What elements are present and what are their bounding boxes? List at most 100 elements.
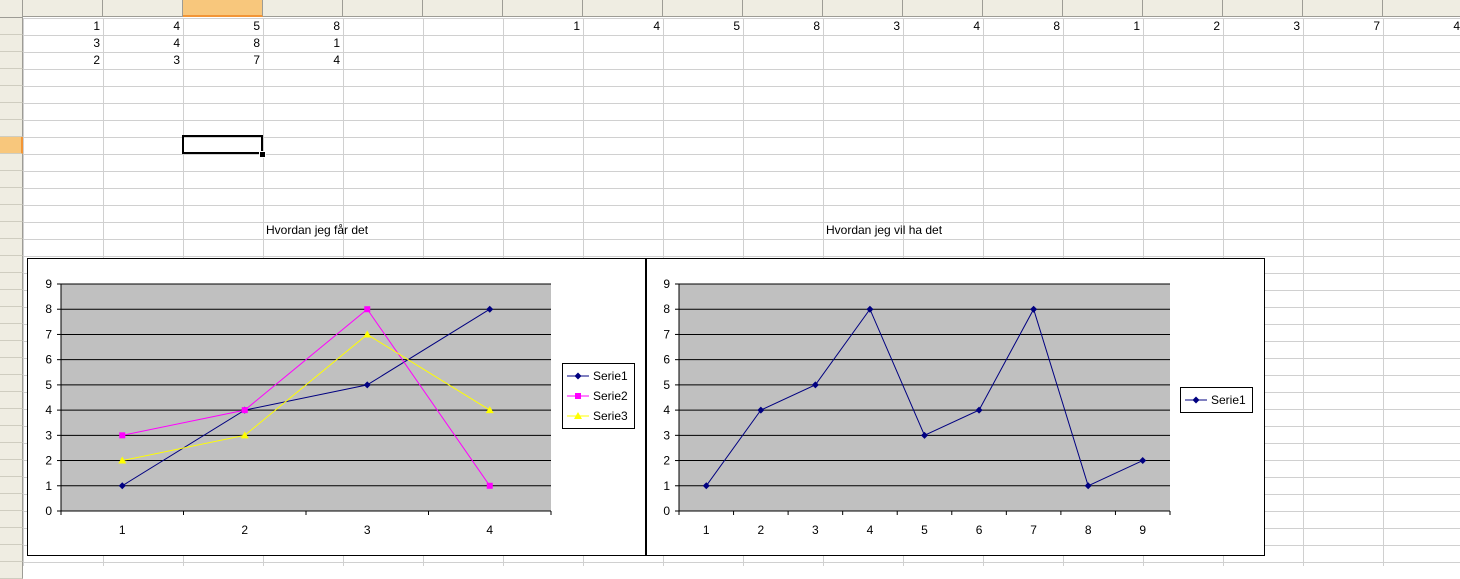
row-header-23[interactable] bbox=[0, 392, 23, 409]
plot-area[interactable] bbox=[679, 284, 1170, 511]
row-header-15[interactable] bbox=[0, 256, 23, 273]
cell-b1[interactable]: 4 bbox=[103, 18, 183, 34]
row-header-29[interactable] bbox=[0, 494, 23, 511]
cell-g1[interactable]: 1 bbox=[503, 18, 583, 34]
row-header-5[interactable] bbox=[0, 86, 23, 103]
legend-item-serie1[interactable]: Serie1 bbox=[1185, 390, 1246, 410]
data-point-serie2 bbox=[119, 432, 126, 439]
row-header-33[interactable] bbox=[0, 562, 23, 579]
row-header-20[interactable] bbox=[0, 341, 23, 358]
column-header-p[interactable] bbox=[1223, 0, 1303, 17]
x-tick-label: 4 bbox=[486, 523, 493, 537]
row-header-1[interactable] bbox=[0, 18, 23, 35]
cell-i1[interactable]: 5 bbox=[663, 18, 743, 34]
row-header-24[interactable] bbox=[0, 409, 23, 426]
row-header-19[interactable] bbox=[0, 324, 23, 341]
row-header-14[interactable] bbox=[0, 239, 23, 256]
row-header-32[interactable] bbox=[0, 545, 23, 562]
cell-m1[interactable]: 8 bbox=[983, 18, 1063, 34]
cell-d1[interactable]: 8 bbox=[263, 18, 343, 34]
row-header-7[interactable] bbox=[0, 120, 23, 137]
cell-c3[interactable]: 7 bbox=[183, 52, 263, 68]
row-header-3[interactable] bbox=[0, 52, 23, 69]
row-header-31[interactable] bbox=[0, 528, 23, 545]
cell-o1[interactable]: 2 bbox=[1143, 18, 1223, 34]
legend-swatch bbox=[567, 412, 589, 419]
row-header-12[interactable] bbox=[0, 205, 23, 222]
cell-n1[interactable]: 1 bbox=[1063, 18, 1143, 34]
legend-item-serie3[interactable]: Serie3 bbox=[567, 406, 628, 426]
legend-item-serie2[interactable]: Serie2 bbox=[567, 386, 628, 406]
column-header-q[interactable] bbox=[1303, 0, 1383, 17]
column-header-o[interactable] bbox=[1143, 0, 1223, 17]
cell-l1[interactable]: 4 bbox=[903, 18, 983, 34]
column-header-f[interactable] bbox=[423, 0, 503, 17]
column-header-h[interactable] bbox=[583, 0, 663, 17]
y-tick-label: 1 bbox=[663, 479, 670, 493]
select-all-corner[interactable] bbox=[0, 0, 23, 18]
active-cell-c8[interactable] bbox=[182, 135, 263, 154]
row-header-2[interactable] bbox=[0, 35, 23, 52]
cell-a1[interactable]: 1 bbox=[23, 18, 103, 34]
legend-item-serie1[interactable]: Serie1 bbox=[567, 366, 628, 386]
y-tick-label: 5 bbox=[45, 378, 52, 392]
column-header-c[interactable] bbox=[183, 0, 263, 17]
column-header-l[interactable] bbox=[903, 0, 983, 17]
column-header-a[interactable] bbox=[23, 0, 103, 17]
column-header-d[interactable] bbox=[263, 0, 343, 17]
cell-c2[interactable]: 8 bbox=[183, 35, 263, 51]
row-header-4[interactable] bbox=[0, 69, 23, 86]
row-header-8[interactable] bbox=[0, 137, 23, 154]
cell-c1[interactable]: 5 bbox=[183, 18, 263, 34]
legend-label: Serie3 bbox=[593, 409, 628, 423]
cell-b2[interactable]: 4 bbox=[103, 35, 183, 51]
row-header-22[interactable] bbox=[0, 375, 23, 392]
column-header-i[interactable] bbox=[663, 0, 743, 17]
chart-2-legend[interactable]: Serie1 bbox=[1180, 387, 1253, 413]
row-header-9[interactable] bbox=[0, 154, 23, 171]
row-header-17[interactable] bbox=[0, 290, 23, 307]
cell-j1[interactable]: 8 bbox=[743, 18, 823, 34]
cell-k13[interactable]: Hvordan jeg vil ha det bbox=[823, 222, 942, 238]
cell-d2[interactable]: 1 bbox=[263, 35, 343, 51]
column-header-k[interactable] bbox=[823, 0, 903, 17]
column-header-j[interactable] bbox=[743, 0, 823, 17]
data-point-serie2 bbox=[486, 482, 493, 489]
row-header-6[interactable] bbox=[0, 103, 23, 120]
cell-r1[interactable]: 4 bbox=[1383, 18, 1460, 34]
cell-d13[interactable]: Hvordan jeg får det bbox=[263, 222, 368, 238]
fill-handle[interactable] bbox=[259, 151, 266, 158]
spreadsheet[interactable]: 1 4 5 8 3 4 8 1 2 3 7 4 1 4 5 8 3 4 8 1 2 3 7 4 Hvordan jeg får … bbox=[0, 0, 1460, 579]
column-header-b[interactable] bbox=[103, 0, 183, 17]
y-tick-label: 6 bbox=[45, 353, 52, 367]
cell-a3[interactable]: 2 bbox=[23, 52, 103, 68]
row-header-21[interactable] bbox=[0, 358, 23, 375]
row-header-13[interactable] bbox=[0, 222, 23, 239]
chart-how-i-want-it[interactable]: 0 1 2 3 4 5 6 7 8 9 1 2 3 4 5 6 7 8 9 Serie1 bbox=[646, 258, 1265, 556]
cell-h1[interactable]: 4 bbox=[583, 18, 663, 34]
chart-how-i-get-it[interactable]: 0 1 2 3 4 5 6 7 8 9 1 2 3 4 Serie1 Serie2 Serie3 bbox=[27, 258, 646, 556]
row-header-28[interactable] bbox=[0, 477, 23, 494]
column-header-n[interactable] bbox=[1063, 0, 1143, 17]
column-header-m[interactable] bbox=[983, 0, 1063, 17]
cell-q1[interactable]: 7 bbox=[1303, 18, 1383, 34]
row-header-27[interactable] bbox=[0, 460, 23, 477]
column-header-r[interactable] bbox=[1383, 0, 1460, 17]
column-header-g[interactable] bbox=[503, 0, 583, 17]
row-header-26[interactable] bbox=[0, 443, 23, 460]
chart-1-legend[interactable]: Serie1 Serie2 Serie3 bbox=[562, 363, 635, 429]
y-tick-label: 7 bbox=[663, 327, 670, 341]
row-header-11[interactable] bbox=[0, 188, 23, 205]
row-header-25[interactable] bbox=[0, 426, 23, 443]
cell-p1[interactable]: 3 bbox=[1223, 18, 1303, 34]
cell-b3[interactable]: 3 bbox=[103, 52, 183, 68]
row-header-18[interactable] bbox=[0, 307, 23, 324]
row-header-16[interactable] bbox=[0, 273, 23, 290]
legend-label: Serie2 bbox=[593, 389, 628, 403]
cell-a2[interactable]: 3 bbox=[23, 35, 103, 51]
column-header-e[interactable] bbox=[343, 0, 423, 17]
row-header-30[interactable] bbox=[0, 511, 23, 528]
cell-d3[interactable]: 4 bbox=[263, 52, 343, 68]
row-header-10[interactable] bbox=[0, 171, 23, 188]
cell-k1[interactable]: 3 bbox=[823, 18, 903, 34]
